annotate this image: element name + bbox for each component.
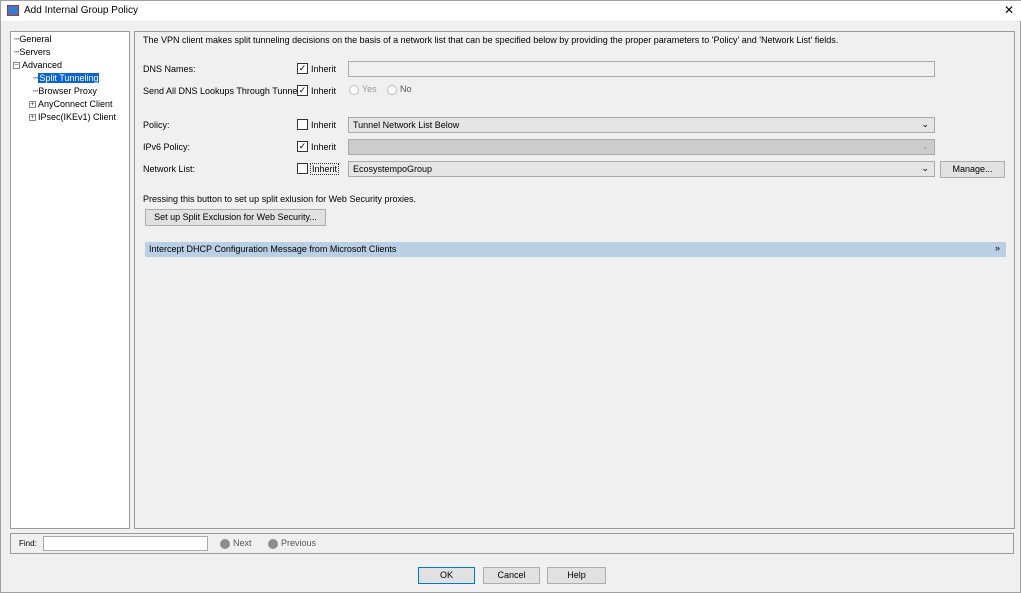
tree-item-general[interactable]: ┄General: [14, 34, 51, 45]
tree-label: IPsec(IKEv1) Client: [38, 112, 117, 122]
yes-radio[interactable]: Yes: [349, 84, 377, 95]
expand-chevron-icon[interactable]: »: [995, 243, 1000, 253]
intercept-dhcp-section[interactable]: Intercept DHCP Configuration Message fro…: [145, 242, 1006, 257]
dns-names-label: DNS Names:: [143, 64, 196, 74]
ipv6-policy-label: IPv6 Policy:: [143, 142, 191, 152]
chevron-down-icon: ⌄: [921, 141, 929, 151]
send-all-dns-label: Send All DNS Lookups Through Tunnel:: [143, 86, 302, 96]
manage-button[interactable]: Manage...: [940, 161, 1005, 178]
tree-item-browser-proxy[interactable]: ┄Browser Proxy: [33, 86, 97, 97]
ipv6-policy-select[interactable]: ⌄: [348, 139, 935, 155]
no-radio[interactable]: No: [387, 84, 412, 95]
tree-label: General: [19, 34, 52, 44]
inherit-label: Inherit: [311, 86, 337, 96]
inherit-label: Inherit: [310, 163, 340, 175]
network-list-select[interactable]: EcosystempoGroup ⌄: [348, 161, 935, 177]
chevron-down-icon: ⌄: [921, 119, 929, 129]
cancel-button[interactable]: Cancel: [483, 567, 540, 584]
app-icon: [7, 5, 19, 16]
up-arrow-icon: [268, 538, 278, 549]
inherit-label: Inherit: [311, 64, 337, 74]
ok-button[interactable]: OK: [418, 567, 475, 584]
network-list-value: EcosystempoGroup: [353, 164, 433, 174]
radio-icon: [349, 84, 359, 95]
tree-label: Split Tunneling: [38, 73, 100, 83]
tree-label: Advanced: [22, 60, 63, 70]
tree-item-advanced[interactable]: − Advanced: [13, 60, 62, 70]
previous-button[interactable]: Previous: [268, 538, 316, 549]
find-label: Find:: [19, 539, 37, 548]
policy-value: Tunnel Network List Below: [353, 120, 460, 130]
tree-item-split-tunneling[interactable]: ┄Split Tunneling: [33, 73, 100, 84]
help-button[interactable]: Help: [547, 567, 606, 584]
network-list-label: Network List:: [143, 164, 196, 174]
previous-label: Previous: [281, 538, 317, 548]
window-title: Add Internal Group Policy: [24, 5, 138, 16]
find-bar: Find: Next Previous: [10, 533, 1014, 554]
exclusion-text: Pressing this button to set up split exl…: [143, 194, 416, 204]
radio-icon: [387, 84, 397, 95]
split-exclusion-button[interactable]: Set up Split Exclusion for Web Security.…: [145, 209, 326, 226]
expand-icon[interactable]: +: [29, 114, 36, 122]
no-label: No: [400, 84, 412, 94]
policy-select[interactable]: Tunnel Network List Below ⌄: [348, 117, 935, 133]
inherit-label: Inherit: [311, 120, 337, 130]
policy-inherit-checkbox[interactable]: [297, 119, 308, 130]
tree-label: Browser Proxy: [38, 86, 97, 96]
find-input[interactable]: [43, 536, 208, 551]
tree-item-ipsec[interactable]: + IPsec(IKEv1) Client: [29, 112, 116, 122]
intercept-dhcp-label: Intercept DHCP Configuration Message fro…: [149, 244, 397, 254]
network-list-inherit-checkbox[interactable]: [297, 163, 308, 174]
yes-label: Yes: [362, 84, 377, 94]
chevron-down-icon: ⌄: [921, 163, 929, 173]
tree-item-anyconnect[interactable]: + AnyConnect Client: [29, 99, 113, 109]
policy-label: Policy:: [143, 120, 170, 130]
next-button[interactable]: Next: [220, 538, 252, 549]
tree-label: Servers: [19, 47, 51, 57]
navigation-tree: ┄General ┄Servers − Advanced ┄Split Tunne…: [10, 31, 130, 529]
ipv6-inherit-checkbox[interactable]: ✓: [297, 141, 308, 152]
close-icon[interactable]: ✕: [1004, 3, 1014, 17]
collapse-icon[interactable]: −: [13, 62, 20, 70]
tree-item-servers[interactable]: ┄Servers: [14, 47, 50, 58]
dns-names-input[interactable]: [348, 61, 935, 77]
title-bar: Add Internal Group Policy ✕: [1, 1, 1021, 21]
split-tunneling-panel: The VPN client makes split tunneling dec…: [134, 31, 1015, 529]
next-label: Next: [233, 538, 252, 548]
dns-names-inherit-checkbox[interactable]: ✓: [297, 63, 308, 74]
intro-text: The VPN client makes split tunneling dec…: [143, 35, 839, 45]
down-arrow-icon: [220, 538, 230, 549]
tree-label: AnyConnect Client: [38, 99, 113, 109]
expand-icon[interactable]: +: [29, 101, 36, 109]
inherit-label: Inherit: [311, 142, 337, 152]
send-all-inherit-checkbox[interactable]: ✓: [297, 85, 308, 96]
